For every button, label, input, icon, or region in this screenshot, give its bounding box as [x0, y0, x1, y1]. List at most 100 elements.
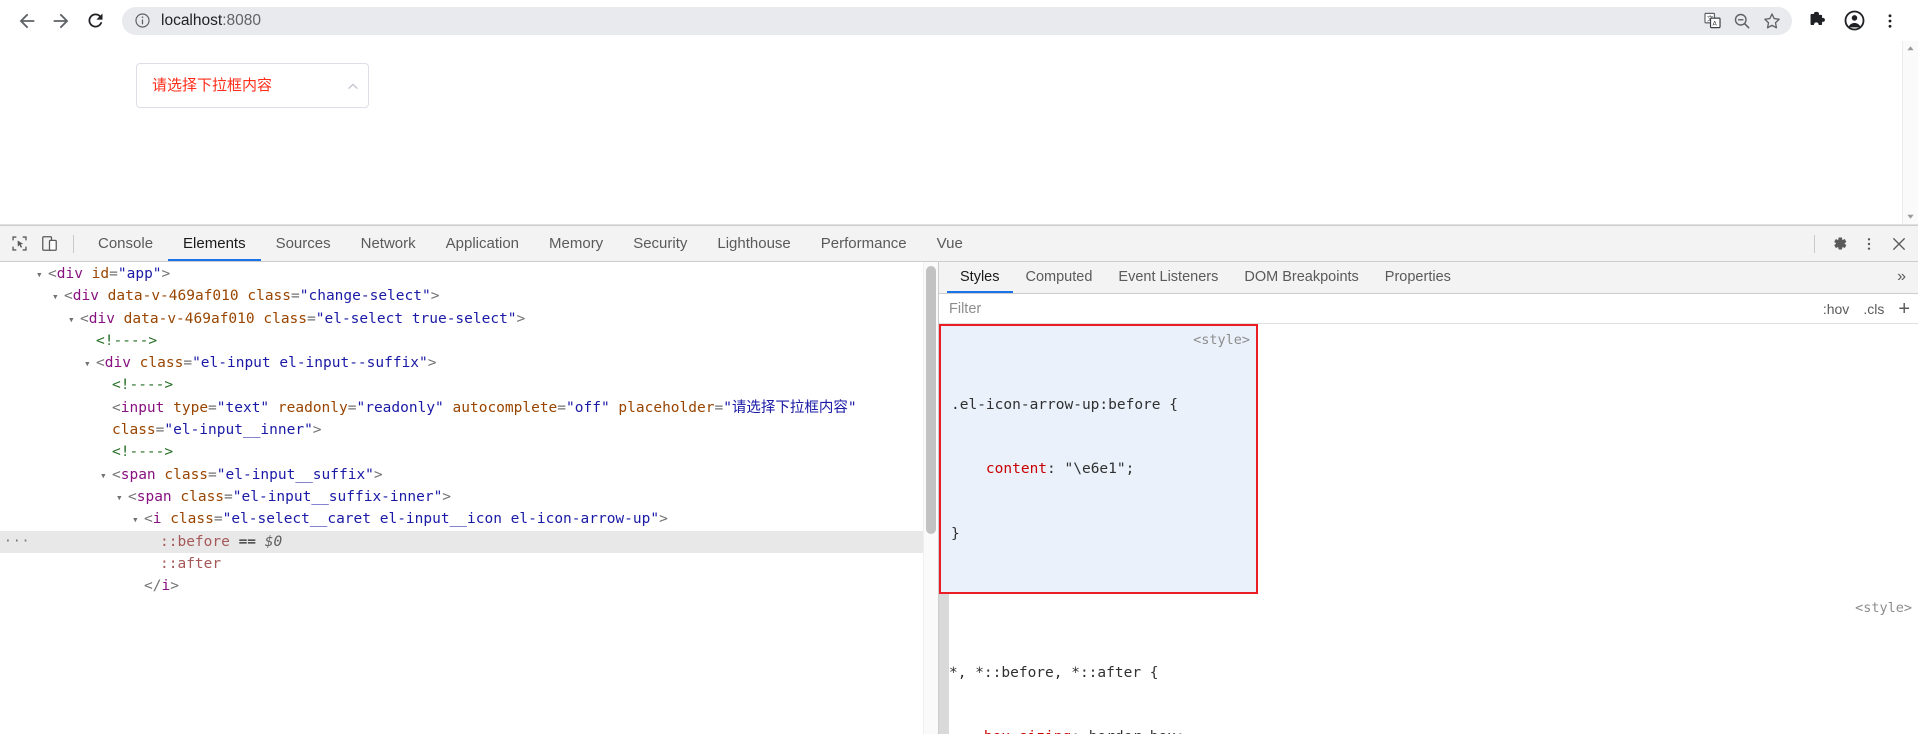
expand-triangle-icon[interactable]: ▾	[68, 309, 80, 331]
styles-more-tabs-button[interactable]: »	[1885, 262, 1918, 293]
browser-menu-button[interactable]	[1872, 4, 1908, 38]
devtools-tab-sources[interactable]: Sources	[261, 226, 346, 261]
dom-tree-node[interactable]: ▾ <div data-v-469af010 class="el-select t…	[0, 308, 938, 330]
dom-node-markup[interactable]: <!---->	[96, 333, 157, 349]
styles-filter-input[interactable]	[947, 299, 1809, 318]
reload-button[interactable]	[78, 4, 112, 38]
browser-toolbar: localhost:8080 文 A	[0, 0, 1918, 41]
style-rule-origin[interactable]: <style>	[1193, 330, 1250, 352]
style-rule-universal[interactable]: <style> *, *::before, *::after { box-siz…	[939, 594, 1918, 734]
dom-node-markup[interactable]: <!---->	[112, 444, 173, 460]
styles-tab-properties[interactable]: Properties	[1372, 262, 1464, 293]
dom-node-markup[interactable]: <div id="app">	[48, 266, 170, 282]
dom-tree-node[interactable]: ::after	[0, 553, 938, 575]
devtools-tab-security[interactable]: Security	[618, 226, 702, 261]
dom-node-markup[interactable]: <div data-v-469af010 class="change-selec…	[64, 288, 439, 304]
dom-tree-node[interactable]: ▾ <div id="app">	[0, 263, 938, 285]
devtools-tab-lighthouse[interactable]: Lighthouse	[702, 226, 805, 261]
dom-node-markup[interactable]: <span class="el-input__suffix-inner">	[128, 489, 451, 505]
devtools-tab-application[interactable]: Application	[431, 226, 534, 261]
expand-triangle-icon[interactable]: ▾	[116, 487, 128, 509]
style-property-name[interactable]: box-sizing	[984, 729, 1071, 734]
dom-node-markup[interactable]: <i class="el-select__caret el-input__ico…	[144, 511, 668, 527]
devtools-tab-elements[interactable]: Elements	[168, 226, 261, 261]
dom-tree-node[interactable]: </i>	[0, 575, 938, 597]
dom-tree-node[interactable]: ···::before == $0	[0, 530, 938, 553]
dom-tree-node[interactable]: ▾ <span class="el-input__suffix-inner">	[0, 486, 938, 508]
styles-tab-event-listeners[interactable]: Event Listeners	[1105, 262, 1231, 293]
dom-node-markup[interactable]: </i>	[144, 578, 179, 594]
style-property-value[interactable]: "\e6e1";	[1065, 461, 1135, 477]
translate-icon[interactable]: 文 A	[1698, 7, 1726, 35]
devtools-tab-network[interactable]: Network	[346, 226, 431, 261]
dom-tree-scroll-thumb[interactable]	[926, 266, 936, 534]
dom-tree-node[interactable]: ▾ <div data-v-469af010 class="change-sele…	[0, 285, 938, 307]
devtools-settings-button[interactable]	[1824, 230, 1854, 258]
styles-rules-list[interactable]: <style> .el-icon-arrow-up:before { conte…	[939, 324, 1918, 734]
devtools-tab-vue[interactable]: Vue	[922, 226, 978, 261]
dom-node-markup[interactable]: <div class="el-input el-input--suffix">	[96, 355, 437, 371]
element-classes-button[interactable]: .cls	[1863, 301, 1884, 317]
inspect-element-button[interactable]	[4, 230, 34, 258]
dom-node-markup[interactable]: class="el-input__inner">	[112, 422, 322, 438]
zoom-out-icon[interactable]	[1728, 7, 1756, 35]
dom-node-overflow-marker[interactable]: ···	[4, 531, 30, 553]
styles-tab-dom-breakpoints[interactable]: DOM Breakpoints	[1231, 262, 1371, 293]
dom-tree-node[interactable]: <!---->	[0, 441, 938, 463]
new-style-rule-button[interactable]: +	[1898, 299, 1910, 319]
profile-button[interactable]	[1836, 4, 1872, 38]
style-property-value[interactable]: border-box;	[1089, 729, 1185, 734]
style-declaration[interactable]: box-sizing: border-box;	[949, 727, 1918, 734]
forward-button[interactable]	[44, 4, 78, 38]
dom-tree-node[interactable]: <!---->	[0, 374, 938, 396]
devtools-tab-console[interactable]: Console	[83, 226, 168, 261]
reload-icon	[87, 13, 102, 28]
el-select-component[interactable]	[136, 63, 369, 108]
site-info-icon[interactable]	[133, 12, 151, 30]
expand-triangle-icon[interactable]: ▾	[84, 353, 96, 375]
puzzle-icon	[1810, 11, 1825, 25]
scroll-down-arrow-icon[interactable]	[1903, 209, 1918, 224]
bookmark-star-icon[interactable]	[1758, 7, 1786, 35]
dom-tree-node[interactable]: <input type="text" readonly="readonly" a…	[0, 397, 938, 419]
dom-tree-node[interactable]: ▾ <i class="el-select__caret el-input__ic…	[0, 508, 938, 530]
dom-node-markup[interactable]: ::after	[160, 556, 221, 572]
dom-tree-scrollbar[interactable]	[923, 262, 938, 734]
back-button[interactable]	[10, 4, 44, 38]
style-rule-selector[interactable]: .el-icon-arrow-up:before {	[951, 395, 1256, 417]
dom-node-markup[interactable]: ::before == $0	[160, 534, 282, 550]
styles-tab-styles[interactable]: Styles	[947, 262, 1013, 293]
devtools-tab-memory[interactable]: Memory	[534, 226, 618, 261]
devtools-tab-performance[interactable]: Performance	[806, 226, 922, 261]
dom-node-markup[interactable]: <input type="text" readonly="readonly" a…	[112, 400, 857, 416]
toggle-element-state-button[interactable]: :hov	[1823, 301, 1849, 317]
address-bar[interactable]: localhost:8080 文 A	[122, 6, 1792, 35]
dom-tree-node[interactable]: ▾ <div class="el-input el-input--suffix">	[0, 352, 938, 374]
style-rule-selector[interactable]: *, *::before, *::after {	[949, 663, 1918, 685]
device-toolbar-button[interactable]	[34, 230, 64, 258]
dom-tree-node[interactable]: <!---->	[0, 330, 938, 352]
browser-toolbar-right	[1800, 4, 1908, 38]
devtools-close-button[interactable]	[1884, 230, 1914, 258]
style-declaration[interactable]: content: "\e6e1";	[951, 459, 1256, 481]
elements-dom-tree-pane[interactable]: ▾ <div id="app"> ▾ <div data-v-469af010 cla…	[0, 262, 938, 734]
expand-triangle-icon[interactable]: ▾	[36, 264, 48, 286]
expand-triangle-icon[interactable]: ▾	[52, 286, 64, 308]
dom-tree-node[interactable]: class="el-input__inner">	[0, 419, 938, 441]
style-property-name[interactable]: content	[986, 461, 1047, 477]
dom-node-markup[interactable]: <span class="el-input__suffix">	[112, 467, 383, 483]
expand-triangle-icon[interactable]: ▾	[132, 509, 144, 531]
styles-tab-computed[interactable]: Computed	[1013, 262, 1106, 293]
style-rule-highlighted[interactable]: <style> .el-icon-arrow-up:before { conte…	[939, 324, 1258, 594]
address-bar-url: localhost:8080	[161, 12, 1696, 30]
dom-node-markup[interactable]: <div data-v-469af010 class="el-select tr…	[80, 311, 525, 327]
dom-tree-node[interactable]: ▾ <span class="el-input__suffix">	[0, 464, 938, 486]
extensions-button[interactable]	[1800, 4, 1836, 38]
devtools-more-button[interactable]	[1854, 230, 1884, 258]
select-input[interactable]	[136, 63, 369, 108]
page-scrollbar[interactable]	[1902, 41, 1918, 224]
style-rule-origin[interactable]: <style>	[1855, 598, 1912, 620]
dom-node-markup[interactable]: <!---->	[112, 377, 173, 393]
scroll-up-arrow-icon[interactable]	[1903, 41, 1918, 56]
expand-triangle-icon[interactable]: ▾	[100, 465, 112, 487]
